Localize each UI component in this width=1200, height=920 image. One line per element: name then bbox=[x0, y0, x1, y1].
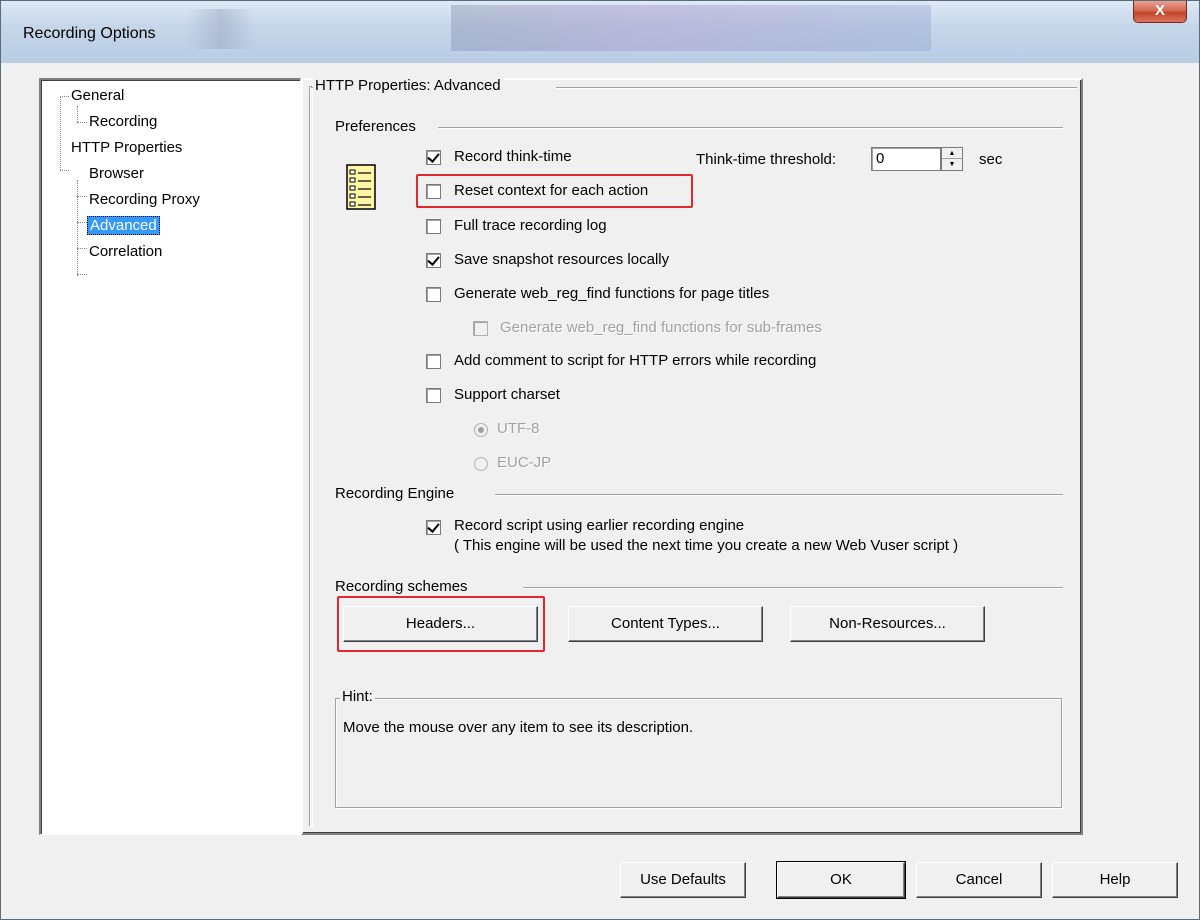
spin-down-icon[interactable]: ▼ bbox=[942, 159, 962, 170]
window-title: Recording Options bbox=[23, 25, 156, 42]
recording-schemes-label: Recording schemes bbox=[335, 578, 468, 595]
ok-button[interactable]: OK bbox=[776, 861, 906, 899]
preferences-separator bbox=[438, 127, 1063, 129]
tree-connector bbox=[77, 180, 78, 276]
recording-options-dialog: Recording Options X General Recording HT… bbox=[0, 0, 1200, 920]
tree-item-label: HTTP Properties bbox=[71, 139, 183, 156]
tree-connector bbox=[77, 274, 87, 275]
think-time-threshold-label: Think-time threshold: bbox=[696, 151, 837, 168]
close-icon: X bbox=[1154, 2, 1165, 19]
think-time-threshold-input[interactable]: 0 bbox=[871, 147, 941, 171]
non-resources-button[interactable]: Non-Resources... bbox=[790, 606, 985, 642]
tree-item-correlation[interactable]: Correlation bbox=[89, 242, 162, 262]
gen-reg-find-checkbox[interactable] bbox=[426, 287, 441, 302]
tree-item-recording-proxy[interactable]: Recording Proxy bbox=[89, 190, 200, 210]
charset-eucjp-label[interactable]: EUC-JP bbox=[497, 454, 551, 471]
reset-context-label[interactable]: Reset context for each action bbox=[454, 182, 648, 199]
gen-reg-find-label[interactable]: Generate web_reg_find functions for page… bbox=[454, 285, 769, 302]
hint-group bbox=[335, 698, 1062, 808]
tree-item-general[interactable]: General bbox=[71, 86, 124, 106]
tree-item-browser[interactable]: Browser bbox=[89, 164, 144, 184]
tree-connector bbox=[60, 96, 69, 97]
tree-item-label: Correlation bbox=[89, 243, 163, 260]
headers-button[interactable]: Headers... bbox=[343, 606, 538, 642]
hint-label: Hint: bbox=[340, 688, 375, 705]
content-types-button[interactable]: Content Types... bbox=[568, 606, 763, 642]
recording-schemes-separator bbox=[523, 587, 1063, 589]
preferences-label: Preferences bbox=[335, 118, 416, 135]
group-frame-edge bbox=[309, 86, 312, 826]
use-defaults-button[interactable]: Use Defaults bbox=[620, 862, 746, 898]
earlier-engine-label[interactable]: Record script using earlier recording en… bbox=[454, 517, 744, 534]
title-bar-glass-background bbox=[451, 5, 931, 51]
tree-item-label: Recording bbox=[89, 113, 158, 130]
tree-connector bbox=[77, 248, 87, 249]
close-button[interactable]: X bbox=[1133, 1, 1187, 23]
save-snapshot-checkbox[interactable] bbox=[426, 253, 441, 268]
title-bar-glass bbox=[186, 9, 256, 49]
add-comment-checkbox[interactable] bbox=[426, 354, 441, 369]
tree-item-label: Advanced bbox=[87, 216, 160, 235]
spin-up-icon[interactable]: ▲ bbox=[942, 148, 962, 159]
help-button[interactable]: Help bbox=[1052, 862, 1178, 898]
tree-connector bbox=[77, 222, 87, 223]
notepad-icon bbox=[346, 164, 376, 210]
tree-item-label: Recording Proxy bbox=[89, 191, 200, 208]
recording-engine-label: Recording Engine bbox=[335, 485, 455, 502]
tree-connector bbox=[60, 170, 69, 171]
earlier-engine-checkbox[interactable] bbox=[426, 520, 441, 535]
tree-connector bbox=[60, 96, 61, 170]
tree-item-label: Browser bbox=[89, 165, 145, 182]
properties-panel: HTTP Properties: Advanced Preferences Re… bbox=[301, 77, 1083, 835]
dialog-client-area: General Recording HTTP Properties Browse… bbox=[11, 63, 1189, 909]
tree-item-label: General bbox=[71, 87, 125, 104]
charset-eucjp-radio[interactable] bbox=[474, 457, 488, 471]
save-snapshot-label[interactable]: Save snapshot resources locally bbox=[454, 251, 669, 268]
tree-connector bbox=[77, 196, 87, 197]
think-time-spinner[interactable]: ▲ ▼ bbox=[941, 147, 963, 171]
full-trace-checkbox[interactable] bbox=[426, 219, 441, 234]
reset-context-checkbox[interactable] bbox=[426, 184, 441, 199]
tree-item-advanced[interactable]: Advanced bbox=[87, 216, 160, 236]
tree-connector bbox=[77, 122, 87, 123]
tree-item-http-properties[interactable]: HTTP Properties bbox=[71, 138, 182, 158]
cancel-button[interactable]: Cancel bbox=[916, 862, 1042, 898]
charset-utf8-radio[interactable] bbox=[474, 423, 488, 437]
support-charset-label[interactable]: Support charset bbox=[454, 386, 560, 403]
think-time-unit: sec bbox=[979, 151, 1003, 168]
options-tree[interactable]: General Recording HTTP Properties Browse… bbox=[39, 78, 301, 835]
group-frame-top bbox=[556, 87, 1077, 89]
charset-utf8-label[interactable]: UTF-8 bbox=[497, 420, 540, 437]
gen-reg-find-subframes-label[interactable]: Generate web_reg_find functions for sub-… bbox=[500, 319, 822, 336]
full-trace-label[interactable]: Full trace recording log bbox=[454, 217, 607, 234]
add-comment-label[interactable]: Add comment to script for HTTP errors wh… bbox=[454, 352, 816, 369]
panel-title: HTTP Properties: Advanced bbox=[313, 77, 503, 94]
recording-engine-separator bbox=[495, 494, 1063, 496]
hint-text: Move the mouse over any item to see its … bbox=[343, 719, 694, 736]
support-charset-checkbox[interactable] bbox=[426, 388, 441, 403]
record-think-time-checkbox[interactable] bbox=[426, 150, 441, 165]
record-think-time-label[interactable]: Record think-time bbox=[454, 148, 572, 165]
gen-reg-find-subframes-checkbox[interactable] bbox=[473, 321, 488, 336]
title-bar[interactable]: Recording Options X bbox=[1, 1, 1199, 63]
tree-item-recording[interactable]: Recording bbox=[89, 112, 157, 132]
tree-connector bbox=[77, 106, 78, 122]
earlier-engine-note: ( This engine will be used the next time… bbox=[454, 537, 959, 554]
